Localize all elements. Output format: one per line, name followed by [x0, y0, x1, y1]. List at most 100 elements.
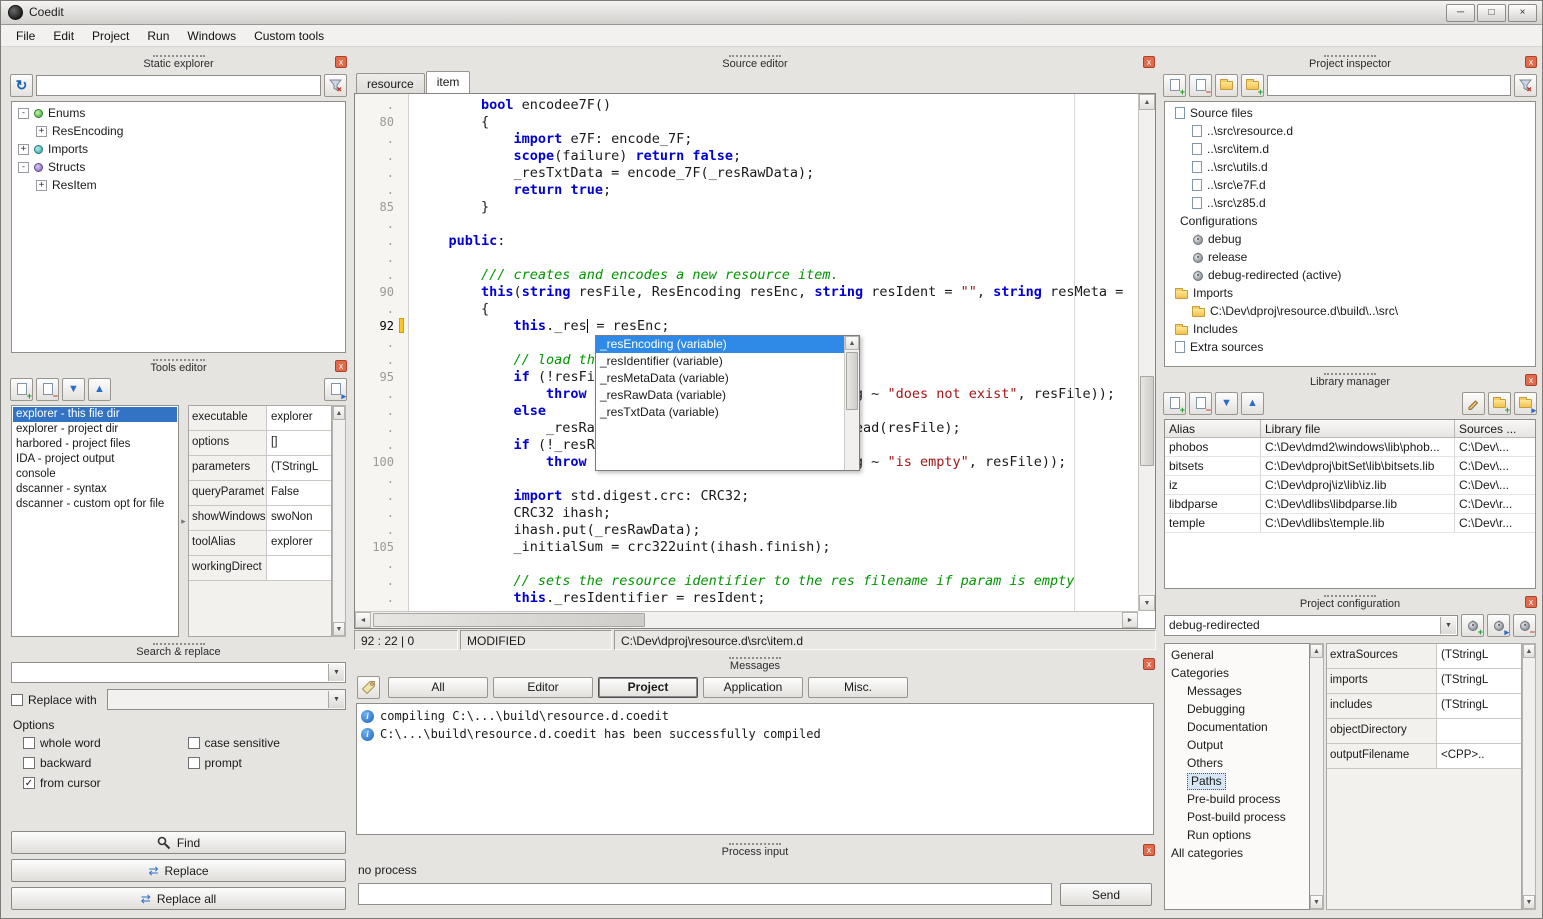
refresh-button[interactable]: ↻	[10, 74, 33, 97]
search-term-combobox[interactable]: ▼	[11, 662, 346, 683]
table-row[interactable]: libdparseC:\Dev\dlibs\libdparse.libC:\De…	[1165, 495, 1535, 514]
table-row[interactable]: templeC:\Dev\dlibs\temple.libC:\Dev\r...	[1165, 514, 1535, 533]
table-row[interactable]: izC:\Dev\dproj\iz\lib\iz.libC:\Dev\...	[1165, 476, 1535, 495]
tree-item[interactable]: Includes	[1173, 320, 1535, 338]
drag-grip[interactable]	[729, 657, 781, 659]
scroll-right-button[interactable]: ►	[1122, 612, 1138, 628]
tree-item[interactable]: ..\src\item.d	[1173, 140, 1535, 158]
splitter-handle[interactable]: ▸	[179, 405, 188, 637]
send-button[interactable]: Send	[1060, 883, 1152, 906]
tab-item[interactable]: item	[426, 71, 471, 93]
scrollbar-thumb[interactable]	[373, 613, 645, 627]
completion-item[interactable]: _resTxtData (variable)	[596, 404, 844, 421]
scroll-up-button[interactable]: ▲	[333, 406, 345, 420]
edit-library-button[interactable]	[1462, 392, 1485, 415]
replace-all-button[interactable]: ⇄ Replace all	[11, 887, 346, 910]
property-value[interactable]: (TStringL	[1437, 669, 1521, 693]
drag-grip[interactable]	[153, 359, 205, 361]
replace-with-checkbox[interactable]: Replace with	[11, 691, 103, 709]
tree-item[interactable]: ..\src\resource.d	[1173, 122, 1535, 140]
close-panel-icon[interactable]: x	[1525, 596, 1537, 608]
filter-misc-button[interactable]: Misc.	[808, 677, 908, 698]
category-item[interactable]: Categories	[1169, 664, 1309, 682]
chevron-down-icon[interactable]: ▼	[328, 691, 344, 708]
checkbox-prompt[interactable]: prompt	[188, 754, 347, 772]
remove-configuration-button[interactable]: −	[1513, 614, 1536, 637]
category-item[interactable]: General	[1169, 646, 1309, 664]
property-value[interactable]: explorer	[267, 406, 331, 430]
list-item[interactable]: explorer - this file dir	[13, 407, 177, 422]
add-folder-sources-button[interactable]: +	[1241, 74, 1264, 97]
property-value[interactable]	[1437, 719, 1521, 743]
tree-item[interactable]: +Imports	[12, 140, 345, 158]
property-value[interactable]: explorer	[267, 531, 331, 555]
filter-button[interactable]	[1514, 74, 1537, 97]
close-panel-icon[interactable]: x	[1143, 658, 1155, 670]
categories-button[interactable]	[357, 676, 380, 699]
project-inspector-tree[interactable]: Source files..\src\resource.d..\src\item…	[1164, 101, 1536, 367]
tree-item[interactable]: Configurations	[1173, 212, 1535, 230]
close-panel-icon[interactable]: x	[335, 360, 347, 372]
tools-list[interactable]: explorer - this file direxplorer - proje…	[11, 405, 179, 637]
configuration-select[interactable]: debug-redirected ▼	[1164, 615, 1458, 636]
minimize-button[interactable]: ─	[1446, 4, 1475, 22]
minus-expander-icon[interactable]: -	[18, 162, 29, 173]
titlebar[interactable]: Coedit ─ □ ×	[1, 1, 1542, 25]
column-header[interactable]: Alias	[1165, 420, 1261, 437]
scroll-up-button[interactable]: ▲	[845, 336, 859, 350]
completion-scrollbar[interactable]: ▲	[844, 336, 859, 470]
apply-tool-button[interactable]: ▸	[324, 378, 347, 401]
filter-application-button[interactable]: Application	[703, 677, 803, 698]
drag-grip[interactable]	[1324, 373, 1376, 375]
tree-item[interactable]: ..\src\utils.d	[1173, 158, 1535, 176]
configuration-categories[interactable]: GeneralCategoriesMessagesDebuggingDocume…	[1164, 643, 1310, 910]
drag-grip[interactable]	[729, 55, 781, 57]
add-folder-button[interactable]	[1215, 74, 1238, 97]
close-panel-icon[interactable]: x	[335, 56, 347, 68]
scroll-up-button[interactable]: ▲	[1139, 94, 1155, 110]
add-source-button[interactable]: +	[1163, 74, 1186, 97]
message-row[interactable]: iC:\...\build\resource.d.coedit has been…	[357, 725, 1153, 743]
category-item[interactable]: Messages	[1169, 682, 1309, 700]
replace-term-combobox[interactable]: ▼	[107, 689, 346, 710]
category-item[interactable]: Paths	[1169, 772, 1309, 790]
scroll-down-button[interactable]: ▼	[1139, 595, 1155, 611]
tree-item[interactable]: ..\src\z85.d	[1173, 194, 1535, 212]
properties-scrollbar[interactable]: ▲ ▼	[1522, 643, 1536, 910]
tree-item[interactable]: Extra sources	[1173, 338, 1535, 356]
remove-source-button[interactable]: −	[1189, 74, 1212, 97]
completion-item[interactable]: _resRawData (variable)	[596, 387, 844, 404]
checkbox-whole-word[interactable]: whole word	[23, 734, 182, 752]
category-item[interactable]: Others	[1169, 754, 1309, 772]
property-value[interactable]: (TStringL	[1437, 694, 1521, 718]
tools-scrollbar[interactable]: ▲ ▼	[332, 405, 346, 637]
scroll-down-button[interactable]: ▼	[333, 622, 345, 636]
property-value[interactable]	[267, 556, 331, 580]
messages-list[interactable]: icompiling C:\...\build\resource.d.coedi…	[356, 703, 1154, 835]
list-item[interactable]: IDA - project output	[13, 452, 177, 467]
add-library-button[interactable]: +	[1163, 392, 1186, 415]
property-value[interactable]: swoNon	[267, 506, 331, 530]
tree-item[interactable]: -Structs	[12, 158, 345, 176]
completion-item[interactable]: _resEncoding (variable)	[596, 336, 844, 353]
code-area[interactable]: . bool encodee7F()80 {. import e7F: enco…	[355, 94, 1138, 611]
symbol-filter-input[interactable]	[36, 75, 321, 96]
property-value[interactable]: <CPP>..	[1437, 744, 1521, 768]
plus-expander-icon[interactable]: +	[36, 126, 47, 137]
checkbox-backward[interactable]: backward	[23, 754, 182, 772]
drag-grip[interactable]	[1324, 595, 1376, 597]
property-value[interactable]: []	[267, 431, 331, 455]
static-explorer-tree[interactable]: -Enums+ResEncoding+Imports-Structs+ResIt…	[11, 101, 346, 353]
move-up-button[interactable]: ▲	[88, 378, 111, 401]
open-library-folder-button[interactable]: ▸	[1514, 392, 1537, 415]
message-row[interactable]: icompiling C:\...\build\resource.d.coedi…	[357, 707, 1153, 725]
list-item[interactable]: harbored - project files	[13, 437, 177, 452]
menu-item-file[interactable]: File	[7, 26, 44, 46]
editor-hscrollbar[interactable]: ◄ ►	[355, 611, 1138, 628]
category-item[interactable]: Run options	[1169, 826, 1309, 844]
find-button[interactable]: Find	[11, 831, 346, 854]
checkbox-from-cursor[interactable]: ✓from cursor	[23, 774, 182, 792]
list-item[interactable]: console	[13, 467, 177, 482]
duplicate-library-button[interactable]: −	[1189, 392, 1212, 415]
checkbox-case-sensitive[interactable]: case sensitive	[188, 734, 347, 752]
